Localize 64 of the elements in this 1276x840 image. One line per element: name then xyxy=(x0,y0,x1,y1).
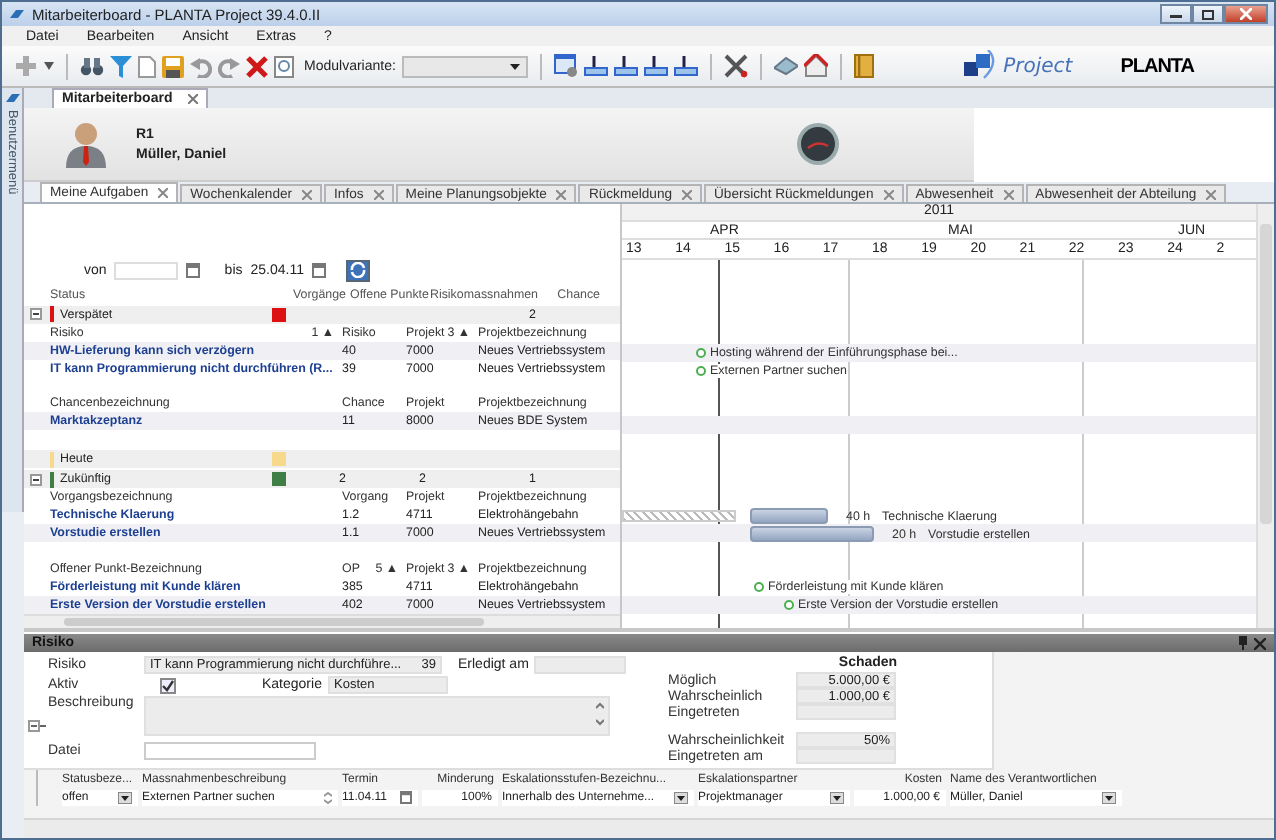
logo-text: Project xyxy=(1003,55,1073,77)
calendar-icon[interactable] xyxy=(311,262,326,279)
glasses-icon[interactable] xyxy=(773,56,798,76)
avatar-silhouette-icon xyxy=(64,120,108,168)
close-icon[interactable] xyxy=(1254,637,1266,649)
house-icon[interactable] xyxy=(803,54,828,78)
close-icon[interactable] xyxy=(1206,189,1217,199)
scroll-arrows-icon[interactable] xyxy=(596,702,604,730)
logo-text: PLANTA xyxy=(1120,55,1194,77)
calendar-icon[interactable] xyxy=(186,262,201,279)
tray-icon[interactable] xyxy=(613,56,638,76)
squares-logo-icon xyxy=(959,50,1000,82)
description-field[interactable] xyxy=(144,696,610,736)
tray-icon[interactable] xyxy=(643,56,668,76)
minimize-icon xyxy=(1170,10,1182,18)
minimize-button[interactable] xyxy=(1160,4,1192,24)
filter-icon[interactable] xyxy=(110,55,132,77)
redo-icon[interactable] xyxy=(218,55,240,77)
spin-icon[interactable] xyxy=(324,791,332,803)
vertical-scrollbar[interactable] xyxy=(1256,204,1274,628)
pin-icon[interactable] xyxy=(1238,636,1248,650)
maximize-icon xyxy=(1202,9,1214,19)
book-icon[interactable] xyxy=(853,54,874,78)
preview-icon[interactable] xyxy=(274,55,294,77)
save-icon[interactable] xyxy=(162,55,184,77)
amount-field[interactable] xyxy=(796,704,896,720)
app-icon xyxy=(5,92,19,106)
close-icon[interactable] xyxy=(682,189,693,199)
caret-icon[interactable] xyxy=(44,62,54,70)
calendar-icon[interactable] xyxy=(400,790,412,804)
gauge-icon xyxy=(796,122,841,166)
checkbox[interactable] xyxy=(160,677,176,693)
maximize-button[interactable] xyxy=(1192,4,1224,24)
close-icon xyxy=(1240,8,1252,20)
collapse-icon[interactable] xyxy=(30,308,42,321)
collapse-icon[interactable] xyxy=(30,473,42,486)
dropdown-icon[interactable] xyxy=(674,791,688,803)
tray-icon[interactable] xyxy=(673,56,698,76)
close-icon[interactable] xyxy=(302,189,313,199)
close-icon[interactable] xyxy=(883,189,894,199)
window-icon[interactable] xyxy=(553,54,578,78)
close-icon[interactable] xyxy=(1003,189,1014,199)
date-field[interactable] xyxy=(796,748,896,764)
collapse-icon[interactable] xyxy=(28,720,46,732)
refresh-button[interactable] xyxy=(345,259,370,282)
tray-icon[interactable] xyxy=(583,56,608,76)
dropdown-icon[interactable] xyxy=(1102,791,1116,803)
close-button[interactable] xyxy=(1224,4,1268,24)
milestone-icon[interactable] xyxy=(754,582,764,592)
milestone-icon[interactable] xyxy=(784,600,794,610)
file-field[interactable] xyxy=(144,742,316,760)
from-date-field[interactable] xyxy=(114,261,179,280)
delete-icon[interactable] xyxy=(246,55,268,77)
close-icon[interactable] xyxy=(188,94,199,104)
binoculars-icon[interactable] xyxy=(80,55,104,77)
close-icon[interactable] xyxy=(158,188,169,198)
tools-icon[interactable] xyxy=(723,54,748,78)
horizontal-scrollbar[interactable] xyxy=(24,614,620,628)
close-icon[interactable] xyxy=(556,189,567,199)
date-field[interactable] xyxy=(534,656,626,674)
dropdown-icon[interactable] xyxy=(830,791,844,803)
caret-icon xyxy=(509,63,520,69)
close-icon[interactable] xyxy=(373,189,384,199)
dropdown-icon[interactable] xyxy=(118,791,132,803)
